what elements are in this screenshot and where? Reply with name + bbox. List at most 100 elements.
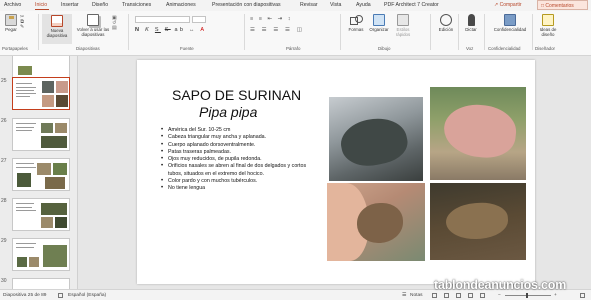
slide-sorter-icon[interactable]	[456, 293, 461, 298]
microphone-icon	[467, 14, 475, 26]
format-painter-icon[interactable]: ✎	[20, 25, 24, 30]
align-left-icon[interactable]: ☰	[250, 27, 258, 33]
toad-photo-dark[interactable]	[329, 97, 423, 181]
reuse-slides-button[interactable]: Volver a usar las diapositivas	[76, 14, 110, 37]
editing-label: Edición	[438, 27, 454, 32]
shapes-button[interactable]: Formas	[346, 14, 366, 32]
comments-icon[interactable]	[432, 293, 437, 298]
notes-button[interactable]: Notas	[410, 293, 423, 298]
share-button[interactable]: ↗ Compartir	[491, 1, 525, 9]
slide-canvas[interactable]: SAPO DE SURINAN Pipa pipa América del Su…	[137, 60, 535, 284]
group-label-font: Fuente	[180, 46, 194, 51]
align-right-icon[interactable]: ☰	[273, 27, 281, 33]
group-separator	[458, 14, 459, 50]
dictate-button[interactable]: Dictar	[462, 14, 480, 32]
group-separator	[430, 14, 431, 50]
quick-styles-label: Estilos rápidos	[395, 27, 411, 37]
arrange-button[interactable]: Organizar	[368, 14, 390, 32]
tab-archivo[interactable]: Archivo	[4, 2, 21, 8]
underline-icon[interactable]: S	[155, 27, 161, 33]
shapes-label: Formas	[348, 27, 364, 32]
slide-thumbnail[interactable]	[12, 278, 70, 289]
normal-view-icon[interactable]	[444, 293, 449, 298]
bold-icon[interactable]: N	[135, 27, 141, 33]
slide-number: 26	[1, 118, 7, 124]
italic-icon[interactable]: K	[145, 27, 151, 33]
paragraph-list-buttons[interactable]: ≡ ≡ ⇤ ⇥ ↕	[250, 16, 293, 22]
spellcheck-icon[interactable]	[58, 293, 63, 298]
numbering-icon[interactable]: ≡	[259, 16, 264, 22]
tab-inicio[interactable]: Inicio	[35, 2, 47, 8]
language-indicator[interactable]: Español (España)	[68, 293, 106, 298]
zoom-slider[interactable]	[505, 295, 551, 296]
toad-photo-ground[interactable]	[430, 183, 526, 260]
slideshow-icon[interactable]	[480, 293, 485, 298]
reading-view-icon[interactable]	[468, 293, 473, 298]
slide-thumbnail[interactable]	[12, 238, 70, 271]
toad-photo-hand[interactable]	[327, 183, 425, 261]
slide-thumbnail[interactable]	[12, 56, 70, 79]
quick-styles-button[interactable]: Estilos rápidos	[392, 14, 414, 37]
notes-icon: ☰	[402, 292, 407, 298]
confidentiality-button[interactable]: Confidencialidad	[490, 14, 530, 32]
paragraph-align-buttons[interactable]: ☰ ☰ ☰ ☰ ◫	[250, 27, 304, 33]
paste-button[interactable]: Pegar	[4, 14, 18, 32]
slide-thumbnail[interactable]	[12, 158, 70, 191]
clipboard-small-tools[interactable]: ✂ ⧉ ✎	[20, 15, 24, 30]
strikethrough-icon[interactable]: S	[165, 27, 171, 33]
slide-counter: Diapositiva 25 de 89	[3, 293, 47, 298]
slide-number: 25	[1, 78, 7, 84]
group-separator	[244, 14, 245, 50]
line-spacing-icon[interactable]: ↕	[288, 16, 293, 22]
design-ideas-button[interactable]: Ideas de diseño	[536, 14, 560, 37]
slide-thumbnail[interactable]	[12, 198, 70, 231]
align-center-icon[interactable]: ☰	[262, 27, 270, 33]
editing-button[interactable]: Edición	[436, 14, 456, 32]
font-size-select[interactable]	[192, 16, 206, 23]
slide-title[interactable]: SAPO DE SURINAN	[172, 87, 301, 103]
group-separator	[484, 14, 485, 50]
pane-splitter[interactable]	[77, 56, 78, 289]
bullet-list[interactable]: América del Sur. 10-25 cm Cabeza triangu…	[161, 127, 321, 193]
increase-indent-icon[interactable]: ⇥	[278, 16, 285, 22]
tab-vista[interactable]: Vista	[330, 2, 341, 8]
zoom-in-icon[interactable]: +	[554, 293, 557, 298]
toad-photo-pink[interactable]	[430, 87, 526, 180]
tab-diseno[interactable]: Diseño	[92, 2, 108, 8]
font-format-buttons[interactable]: N K S S ab ↔ A	[135, 27, 206, 33]
dictate-label: Dictar	[465, 27, 477, 32]
shadow-icon[interactable]: ab	[175, 27, 186, 33]
arrange-label: Organizar	[369, 27, 389, 32]
slide-thumbnail-pane[interactable]: 25 26 27 28 29 30	[0, 56, 77, 289]
tab-transiciones[interactable]: Transiciones	[122, 2, 151, 8]
section-icon[interactable]: ▤	[112, 26, 117, 31]
comments-button[interactable]: □ Comentarios	[537, 0, 588, 10]
shapes-icon	[350, 14, 363, 26]
bullet-item: Color pardo y con muchos tubérculos.	[161, 178, 321, 186]
group-separator	[38, 14, 39, 50]
fit-to-window-icon[interactable]	[580, 293, 585, 298]
tab-presentacion[interactable]: Presentación con diapositivas	[212, 2, 281, 8]
tab-pdf-architect[interactable]: PDF Architect 7 Creator	[384, 2, 439, 8]
justify-icon[interactable]: ☰	[285, 27, 293, 33]
char-spacing-icon[interactable]: ↔	[189, 27, 197, 33]
tab-ayuda[interactable]: Ayuda	[356, 2, 371, 8]
tab-revisar[interactable]: Revisar	[300, 2, 318, 8]
font-family-select[interactable]	[135, 16, 190, 23]
font-color-icon[interactable]: A	[200, 27, 206, 33]
new-slide-button[interactable]: Nueva diapositiva	[42, 14, 72, 44]
decrease-indent-icon[interactable]: ⇤	[268, 16, 275, 22]
columns-icon[interactable]: ◫	[297, 27, 305, 33]
group-label-paragraph: Párrafo	[286, 46, 301, 51]
bullets-icon[interactable]: ≡	[250, 16, 255, 22]
tab-animaciones[interactable]: Animaciones	[166, 2, 196, 8]
slide-number: 29	[1, 238, 7, 244]
slide-layout-tools[interactable]: ▣ ↺ ▤	[112, 16, 117, 31]
zoom-out-icon[interactable]: −	[498, 293, 501, 298]
slide-thumbnail-selected[interactable]	[12, 77, 70, 110]
tab-insertar[interactable]: Insertar	[61, 2, 79, 8]
group-separator	[340, 14, 341, 50]
slide-thumbnail[interactable]	[12, 118, 70, 151]
zoom-slider-thumb[interactable]	[526, 293, 528, 298]
slide-subtitle[interactable]: Pipa pipa	[199, 104, 257, 120]
